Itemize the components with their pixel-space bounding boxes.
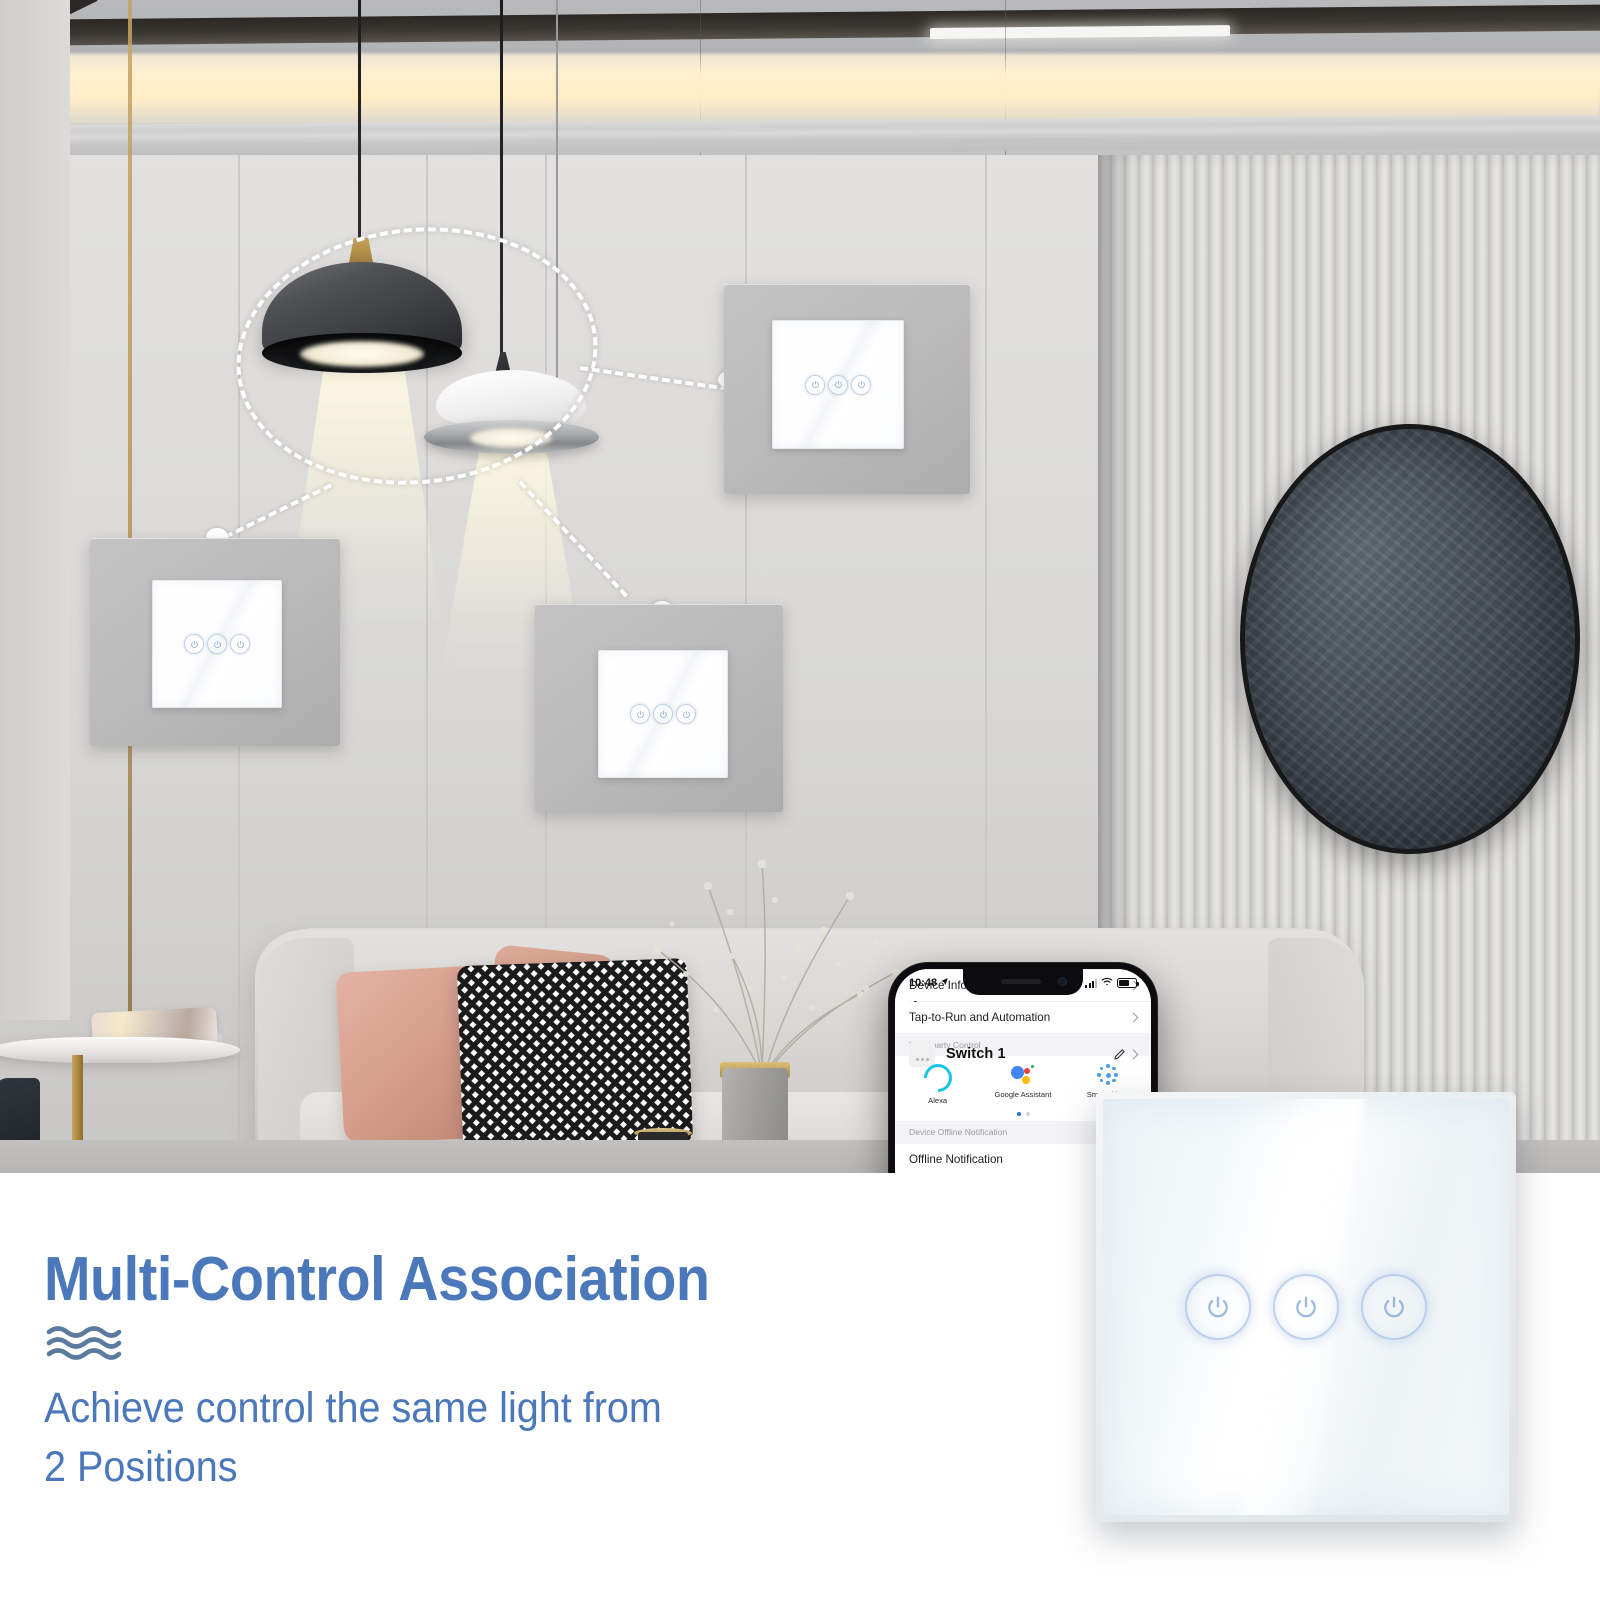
pager-dot-active[interactable] [1016, 1111, 1021, 1116]
smart-touch-switch-panel[interactable] [1096, 1092, 1516, 1522]
power-icon[interactable] [207, 634, 227, 654]
round-wall-art [1240, 424, 1580, 854]
subheadline-line-1: Achieve control the same light from [44, 1384, 662, 1432]
wall-switch-glass-panel[interactable] [772, 320, 904, 449]
location-arrow-icon [940, 977, 949, 989]
power-icon[interactable] [676, 704, 696, 724]
power-icon[interactable] [630, 704, 650, 724]
status-bar-time: 10:48 [909, 977, 938, 989]
power-icon[interactable] [805, 374, 825, 395]
houndstooth-cushion [456, 958, 694, 1151]
power-icon[interactable] [1361, 1274, 1427, 1340]
wall-switch-top-right[interactable] [724, 284, 970, 494]
wall-switch-bottom-middle[interactable] [535, 604, 783, 812]
switch-panel-buttons [1103, 1274, 1509, 1340]
service-label: Alexa [928, 1096, 948, 1105]
gold-wall-trim [128, 0, 132, 1020]
page-subheadline: Achieve control the same light from 2 Po… [44, 1379, 662, 1498]
power-icon[interactable] [828, 374, 848, 395]
wall-left-return [0, 0, 70, 1020]
power-icon[interactable] [851, 374, 871, 395]
wall-switch-glass-panel[interactable] [152, 580, 282, 708]
power-icon[interactable] [184, 634, 204, 654]
switch-panel-glass[interactable] [1103, 1099, 1509, 1515]
google-assistant-icon[interactable] [1010, 1064, 1035, 1086]
smartthings-icon[interactable] [1097, 1064, 1119, 1086]
wall-switch-left[interactable] [90, 538, 340, 746]
chevron-right-icon[interactable] [1128, 1049, 1139, 1059]
status-bar: 10:48 [895, 969, 1151, 997]
service-label: Google Assistant [994, 1090, 1052, 1099]
switch-device-thumbnail [909, 1041, 935, 1067]
power-icon[interactable] [230, 634, 250, 654]
cove-lighting-band [0, 58, 1600, 124]
wall-switch-glass-panel[interactable] [598, 650, 728, 778]
chevron-right-icon[interactable] [1128, 1012, 1139, 1023]
wave-divider-icon [46, 1325, 122, 1361]
page-title: Switch 1 [946, 1046, 1006, 1062]
wifi-icon [1101, 977, 1113, 989]
marble-side-table [0, 1037, 240, 1063]
row-label: Tap-to-Run and Automation [909, 1011, 1051, 1024]
cellular-signal-icon [1085, 978, 1097, 988]
page-headline: Multi-Control Association [44, 1245, 710, 1314]
pager-dot[interactable] [1025, 1111, 1030, 1116]
power-icon[interactable] [653, 704, 673, 724]
row-tap-to-run-automation[interactable]: Tap-to-Run and Automation [895, 1002, 1151, 1033]
edit-device-button[interactable] [1113, 1048, 1139, 1061]
marketing-image-root: 10:48 Switch 1 Device Information Tap-to… [0, 0, 1600, 1600]
battery-icon [1117, 978, 1139, 988]
power-icon[interactable] [1273, 1274, 1339, 1340]
edit-pencil-icon[interactable] [1113, 1048, 1126, 1061]
living-room-photo: 10:48 Switch 1 Device Information Tap-to… [0, 0, 1600, 1173]
row-label: Offline Notification [909, 1152, 1003, 1166]
power-icon[interactable] [1185, 1274, 1251, 1340]
subheadline-line-2: 2 Positions [44, 1443, 238, 1492]
pendant-cord-dark [358, 0, 361, 242]
